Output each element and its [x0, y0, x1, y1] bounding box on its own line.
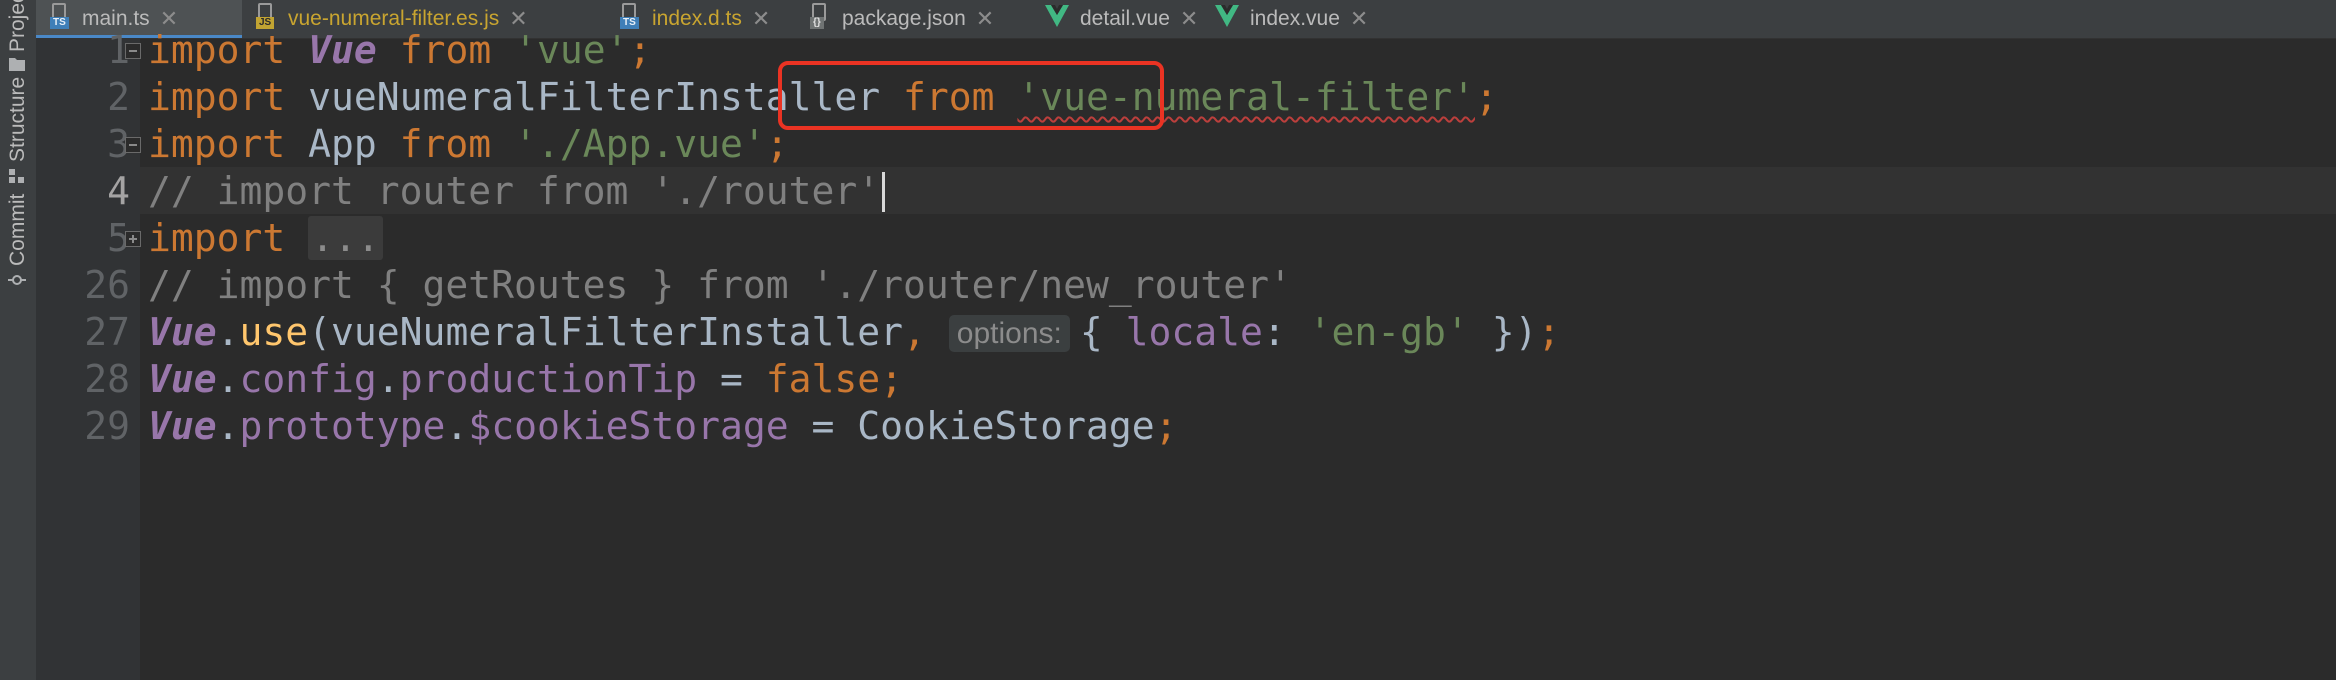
line-number-gutter[interactable]: 1 2 3 4 5 26 27 28 29: [36, 28, 140, 680]
expand-icon[interactable]: [125, 231, 141, 247]
tab-index-vue[interactable]: index.vue ✕: [1200, 0, 1368, 38]
code-line[interactable]: // import router from './router': [148, 168, 886, 215]
close-icon[interactable]: ✕: [976, 6, 994, 32]
code-token: App: [285, 122, 400, 166]
line-number: 5: [107, 216, 130, 260]
code-token: import: [148, 75, 286, 119]
code-token: Vue: [148, 357, 217, 401]
code-token: // import router from './router': [148, 169, 881, 213]
code-token: ;: [880, 357, 904, 401]
code-token: import: [148, 216, 286, 260]
code-token: ;: [1154, 404, 1178, 448]
code-line[interactable]: import ...: [148, 215, 383, 262]
code-token: :: [1262, 310, 1309, 354]
close-icon[interactable]: ✕: [1350, 6, 1368, 32]
code-token: locale: [1125, 310, 1263, 354]
sidebar-item-commit[interactable]: Commit: [0, 194, 36, 290]
code-token: .: [376, 357, 400, 401]
sidebar-item-project-label: Project: [6, 0, 29, 52]
ts-file-icon: TS: [50, 3, 72, 29]
line-number: 27: [84, 310, 130, 354]
code-token: Vue: [148, 404, 217, 448]
code-token: =: [697, 357, 766, 401]
code-token: use: [239, 310, 309, 354]
code-token: = CookieStorage: [788, 404, 1155, 448]
json-file-icon: {}: [810, 3, 832, 29]
code-token: ;: [1474, 75, 1498, 119]
code-token: productionTip: [399, 357, 698, 401]
code-token: }): [1468, 310, 1538, 354]
code-token: .: [445, 404, 469, 448]
code-line[interactable]: Vue.prototype.$cookieStorage = CookieSto…: [148, 403, 1178, 450]
code-token: .: [216, 357, 240, 401]
tab-label: index.vue: [1250, 7, 1340, 30]
line-number: 4: [107, 169, 130, 213]
structure-icon: [9, 169, 24, 183]
code-token: Vue: [148, 310, 217, 354]
tab-package-json[interactable]: {} package.json ✕: [796, 0, 994, 38]
code-token: from: [399, 28, 492, 72]
code-token: false: [765, 357, 881, 401]
folder-icon: [9, 58, 25, 71]
parameter-hint: options:: [948, 315, 1070, 352]
code-token: import: [148, 122, 286, 166]
code-token: {: [1079, 310, 1126, 354]
annotation-highlight-box: [778, 61, 1164, 130]
sidebar-item-project[interactable]: Project: [0, 0, 36, 76]
js-file-icon: JS: [256, 3, 278, 29]
line-number: 1: [107, 28, 130, 72]
code-token: (vueNumeralFilterInstaller: [308, 310, 903, 354]
tab-label: index.d.ts: [652, 7, 742, 30]
tab-detail-vue[interactable]: detail.vue ✕: [1030, 0, 1198, 38]
tab-label: package.json: [842, 7, 966, 30]
code-token: './App.vue': [514, 122, 766, 166]
tool-window-sidebar: Project Structure Commit: [0, 0, 36, 680]
code-token: config: [239, 357, 377, 401]
commit-icon: [8, 275, 26, 285]
code-line[interactable]: import Vue from 'vue';: [148, 27, 651, 74]
code-line[interactable]: Vue.use(vueNumeralFilterInstaller, optio…: [148, 309, 1560, 356]
ts-file-icon: TS: [620, 3, 642, 29]
fold-icon[interactable]: [125, 137, 141, 153]
code-token: 'en-gb': [1308, 310, 1469, 354]
line-number: 26: [84, 263, 130, 307]
code-token: ;: [1537, 310, 1561, 354]
code-token: Vue: [308, 28, 377, 72]
sidebar-item-structure[interactable]: Structure: [0, 77, 36, 188]
code-token: 'vue': [514, 28, 629, 72]
sidebar-item-commit-label: Commit: [6, 193, 29, 266]
fold-icon[interactable]: [125, 43, 141, 59]
code-token: import: [148, 28, 286, 72]
tab-label: detail.vue: [1080, 7, 1170, 30]
line-number: 2: [107, 75, 130, 119]
line-number: 29: [84, 404, 130, 448]
close-icon[interactable]: ✕: [1180, 6, 1198, 32]
code-token: ,: [903, 310, 926, 354]
vue-file-icon: [1215, 5, 1239, 27]
code-token: .: [216, 404, 240, 448]
line-number: 3: [107, 122, 130, 166]
folded-region[interactable]: ...: [308, 216, 383, 260]
sidebar-item-structure-label: Structure: [6, 76, 29, 162]
code-line[interactable]: import App from './App.vue';: [148, 121, 789, 168]
code-token: $cookieStorage: [468, 404, 789, 448]
code-line[interactable]: Vue.config.productionTip = false;: [148, 356, 903, 403]
code-token: from: [399, 122, 492, 166]
text-caret: [882, 172, 886, 212]
code-line[interactable]: // import { getRoutes } from './router/n…: [148, 262, 1292, 309]
vue-file-icon: [1045, 5, 1069, 27]
code-token: // import { getRoutes } from './router/n…: [148, 263, 1292, 307]
code-token: prototype: [239, 404, 446, 448]
code-token: .: [216, 310, 240, 354]
close-icon[interactable]: ✕: [752, 6, 770, 32]
line-number: 28: [84, 357, 130, 401]
code-token: ;: [628, 28, 652, 72]
